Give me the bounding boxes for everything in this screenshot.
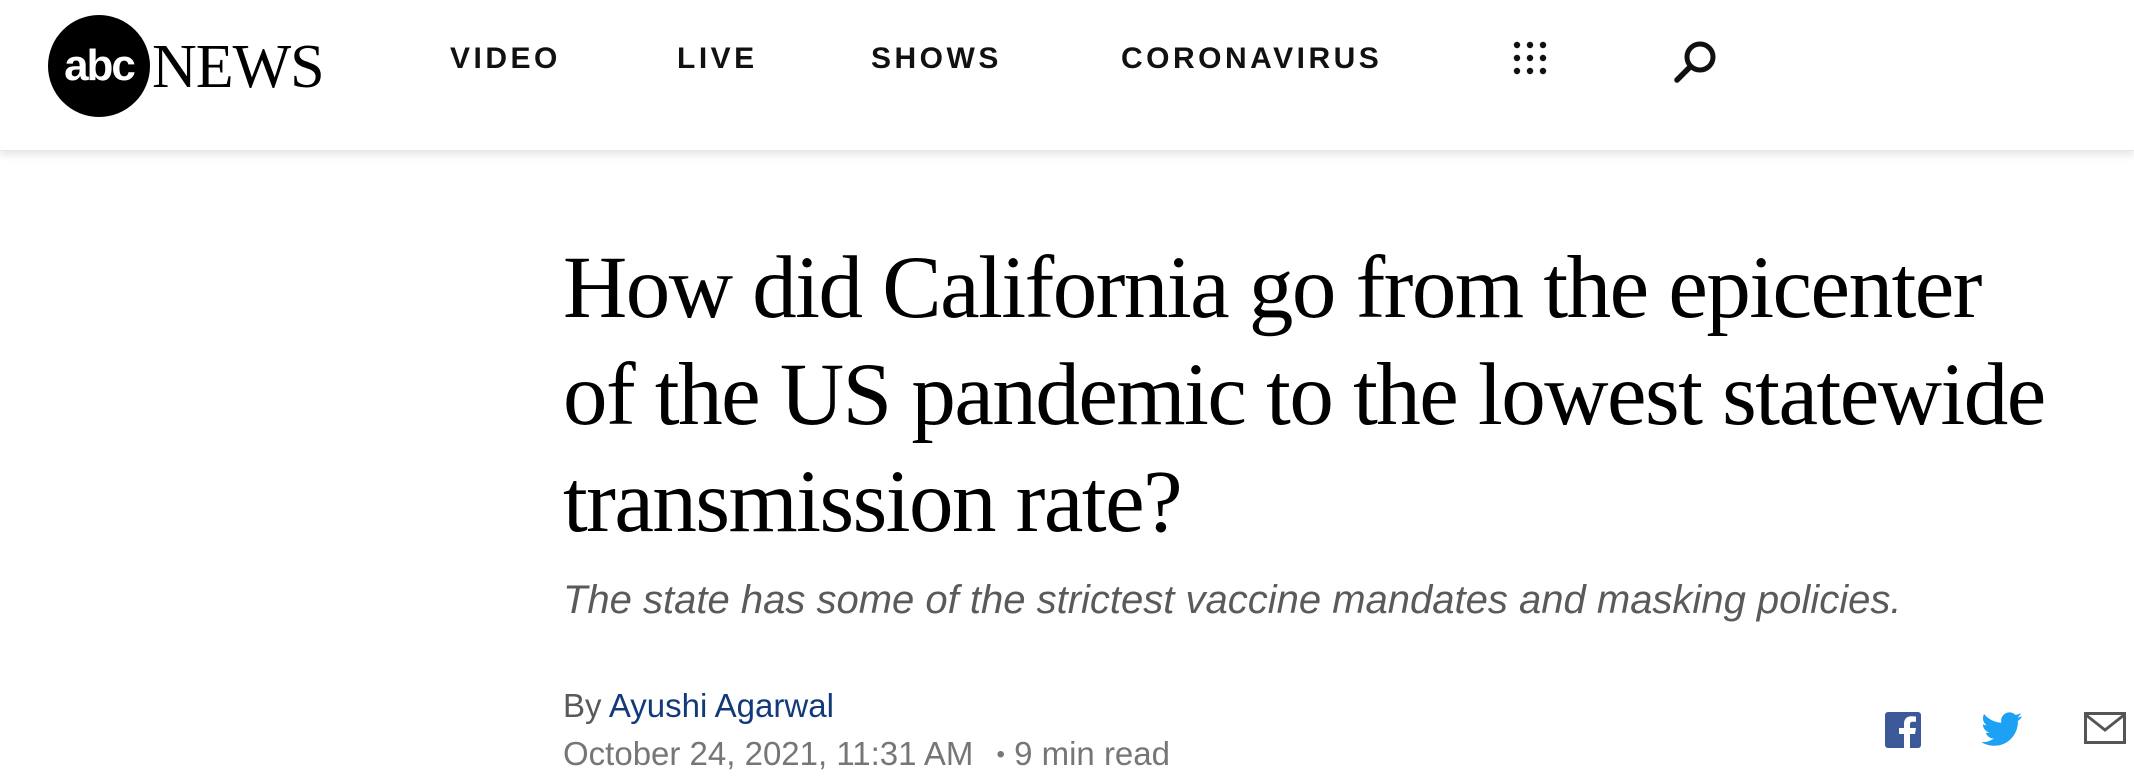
email-icon[interactable] xyxy=(2084,712,2126,744)
by-label: By xyxy=(563,687,602,724)
dateline: October 24, 2021, 11:31 AM • 9 min read xyxy=(563,735,1170,773)
twitter-icon[interactable] xyxy=(1981,712,2023,748)
publish-date: October 24, 2021, 11:31 AM xyxy=(563,735,974,772)
grid-menu-icon[interactable] xyxy=(1512,40,1554,82)
nav-item-live[interactable]: LIVE xyxy=(677,42,758,76)
byline: By Ayushi Agarwal xyxy=(563,687,834,725)
facebook-icon[interactable] xyxy=(1885,712,1921,748)
nav-item-video[interactable]: VIDEO xyxy=(450,42,561,76)
read-time: 9 min read xyxy=(1014,735,1170,772)
separator-dot: • xyxy=(996,741,1005,768)
article-subhead: The state has some of the strictest vacc… xyxy=(563,578,1902,622)
search-icon[interactable] xyxy=(1672,38,1720,86)
news-wordmark: NEWS xyxy=(152,33,325,101)
author-link[interactable]: Ayushi Agarwal xyxy=(609,687,834,724)
nav-item-shows[interactable]: SHOWS xyxy=(871,42,1002,76)
abc-logo-mark: abc xyxy=(48,15,150,117)
article-headline: How did California go from the epicenter… xyxy=(563,239,2046,551)
abc-news-logo[interactable]: abc NEWS xyxy=(48,15,325,117)
nav-item-coronavirus[interactable]: CORONAVIRUS xyxy=(1121,42,1382,76)
site-header: abc NEWS VIDEO LIVE SHOWS CORONAVIRUS xyxy=(0,0,2134,151)
